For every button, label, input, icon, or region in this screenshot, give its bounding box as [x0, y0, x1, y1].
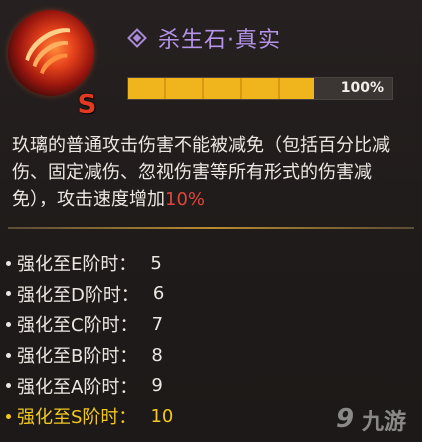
- level-value: 10: [150, 405, 174, 427]
- level-value: 8: [151, 344, 163, 366]
- bullet-icon: [6, 291, 11, 297]
- bullet-icon: [6, 413, 11, 419]
- progress-label: 100%: [340, 80, 384, 96]
- level-label: 强化至S阶时：: [17, 407, 137, 429]
- level-label: 强化至C阶时：: [17, 315, 138, 337]
- level-item-b: 强化至B阶时： 8: [6, 340, 306, 371]
- level-value: 9: [151, 375, 163, 397]
- level-label: 强化至D阶时：: [17, 284, 139, 306]
- level-item-s: 强化至S阶时： 10: [6, 401, 306, 432]
- level-list: 强化至E阶时： 5 强化至D阶时： 6 强化至C阶时： 7 强化至B阶时： 8 强化至A…: [6, 248, 306, 432]
- divider: [8, 227, 414, 229]
- watermark-text: 九游: [362, 410, 407, 435]
- skill-detail-panel: S 杀生石·真实 100% 玖璃的普通攻击伤害不能被减免（包括百分比减伤、固定减…: [0, 0, 422, 442]
- nine-game-logo-icon: [334, 404, 358, 434]
- skill-progress-bar: 100%: [127, 77, 393, 100]
- level-label: 强化至B阶时：: [17, 346, 138, 368]
- bullet-icon: [6, 352, 11, 358]
- level-value: 6: [152, 283, 165, 305]
- level-item-c: 强化至C阶时： 7: [6, 309, 306, 340]
- level-item-a: 强化至A阶时： 9: [6, 370, 306, 401]
- watermark: 九游: [334, 404, 406, 436]
- level-item-d: 强化至D阶时： 6: [6, 279, 306, 310]
- grade-badge: S: [77, 90, 97, 120]
- level-item-e: 强化至E阶时： 5: [6, 248, 306, 279]
- flame-slash-icon: [8, 10, 94, 96]
- skill-title-row: 杀生石·真实: [127, 24, 281, 53]
- description-highlight: 10%: [165, 189, 206, 210]
- progress-fill: [128, 78, 314, 99]
- skill-title: 杀生石·真实: [158, 28, 281, 53]
- level-label: 强化至A阶时：: [17, 376, 138, 398]
- bullet-icon: [6, 321, 11, 327]
- diamond-icon: [127, 28, 147, 48]
- bullet-icon: [6, 260, 11, 266]
- bullet-icon: [6, 383, 11, 389]
- level-value: 5: [150, 252, 162, 274]
- level-label: 强化至E阶时：: [17, 254, 137, 276]
- skill-description: 玖璃的普通攻击伤害不能被减免（包括百分比减伤、固定减伤、忽视伤害等所有形式的伤害…: [12, 132, 414, 213]
- level-value: 7: [151, 313, 164, 335]
